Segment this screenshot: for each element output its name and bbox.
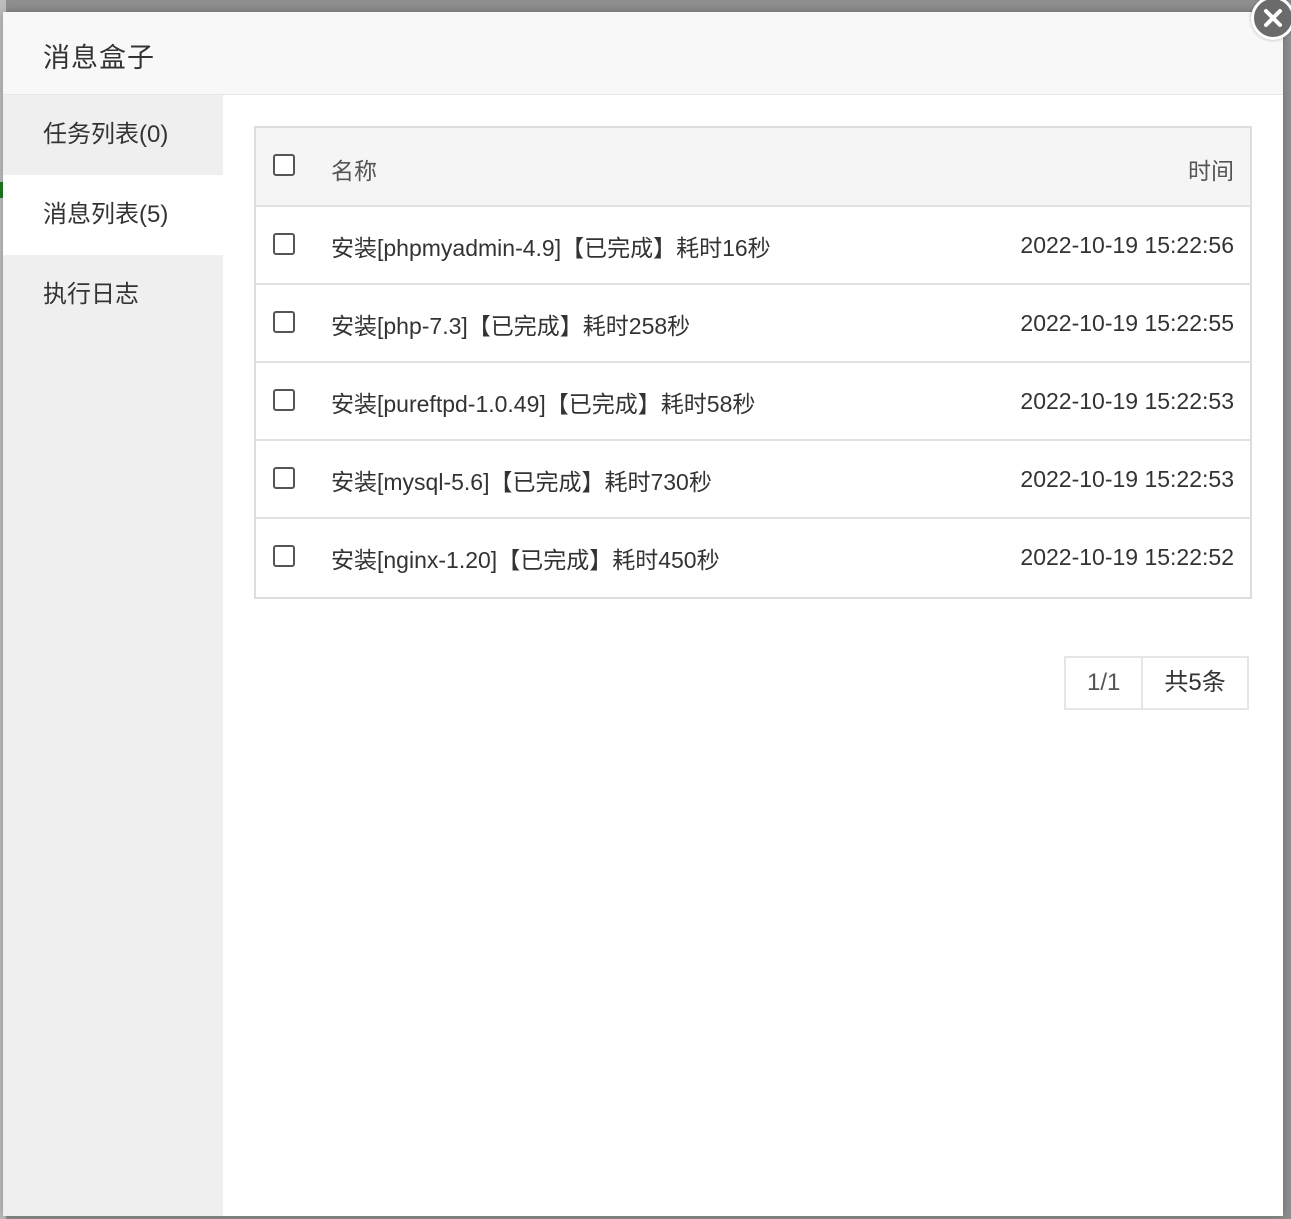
table-row: 安装[mysql-5.6]【已完成】耗时730秒 2022-10-19 15:2… xyxy=(256,441,1250,519)
close-button[interactable] xyxy=(1251,0,1291,40)
row-checkbox[interactable] xyxy=(273,467,295,489)
table-row: 安装[nginx-1.20]【已完成】耗时450秒 2022-10-19 15:… xyxy=(256,519,1250,597)
pager-page-indicator[interactable]: 1/1 xyxy=(1066,658,1144,708)
message-table: 名称 时间 安装[phpmyadmin-4.9]【已完成】耗时16秒 2022-… xyxy=(254,126,1252,599)
message-list-panel: 名称 时间 安装[phpmyadmin-4.9]【已完成】耗时16秒 2022-… xyxy=(223,95,1283,1216)
row-checkbox[interactable] xyxy=(273,389,295,411)
sidebar-item-label: 执行日志 xyxy=(43,281,139,308)
message-time: 2022-10-19 15:22:56 xyxy=(1020,232,1234,258)
sidebar: 任务列表(0) 消息列表(5) 执行日志 xyxy=(3,95,223,1216)
table-row: 安装[php-7.3]【已完成】耗时258秒 2022-10-19 15:22:… xyxy=(256,285,1250,363)
row-checkbox[interactable] xyxy=(273,311,295,333)
select-all-checkbox[interactable] xyxy=(273,154,295,176)
message-time: 2022-10-19 15:22:52 xyxy=(1020,544,1234,570)
row-checkbox[interactable] xyxy=(273,233,295,255)
table-row: 安装[phpmyadmin-4.9]【已完成】耗时16秒 2022-10-19 … xyxy=(256,207,1250,285)
message-name: 安装[nginx-1.20]【已完成】耗时450秒 xyxy=(331,547,720,573)
message-time: 2022-10-19 15:22:53 xyxy=(1020,466,1234,492)
pager-total-count: 共5条 xyxy=(1164,669,1226,696)
message-box-dialog: 消息盒子 任务列表(0) 消息列表(5) 执行日志 名称 时间 安装[phpmy… xyxy=(3,12,1283,1216)
sidebar-item-logs[interactable]: 执行日志 xyxy=(3,255,223,335)
dialog-title-bar: 消息盒子 xyxy=(3,12,1283,95)
message-name: 安装[php-7.3]【已完成】耗时258秒 xyxy=(331,313,691,339)
message-time: 2022-10-19 15:22:55 xyxy=(1020,310,1234,336)
message-name: 安装[phpmyadmin-4.9]【已完成】耗时16秒 xyxy=(331,235,771,261)
pagination: 1/1 共5条 xyxy=(1064,656,1249,710)
column-header-time: 时间 xyxy=(1188,158,1234,184)
close-icon xyxy=(1264,9,1282,27)
sidebar-item-messages[interactable]: 消息列表(5) xyxy=(3,175,223,255)
table-row: 安装[pureftpd-1.0.49]【已完成】耗时58秒 2022-10-19… xyxy=(256,363,1250,441)
row-checkbox[interactable] xyxy=(273,545,295,567)
message-time: 2022-10-19 15:22:53 xyxy=(1020,388,1234,414)
sidebar-item-label: 消息列表(5) xyxy=(43,201,169,228)
sidebar-item-label: 任务列表(0) xyxy=(43,121,169,148)
column-header-name: 名称 xyxy=(331,158,377,184)
message-name: 安装[mysql-5.6]【已完成】耗时730秒 xyxy=(331,469,712,495)
dialog-title: 消息盒子 xyxy=(43,43,155,73)
sidebar-item-tasks[interactable]: 任务列表(0) xyxy=(3,95,223,175)
message-name: 安装[pureftpd-1.0.49]【已完成】耗时58秒 xyxy=(331,391,756,417)
table-header-row: 名称 时间 xyxy=(256,128,1250,207)
